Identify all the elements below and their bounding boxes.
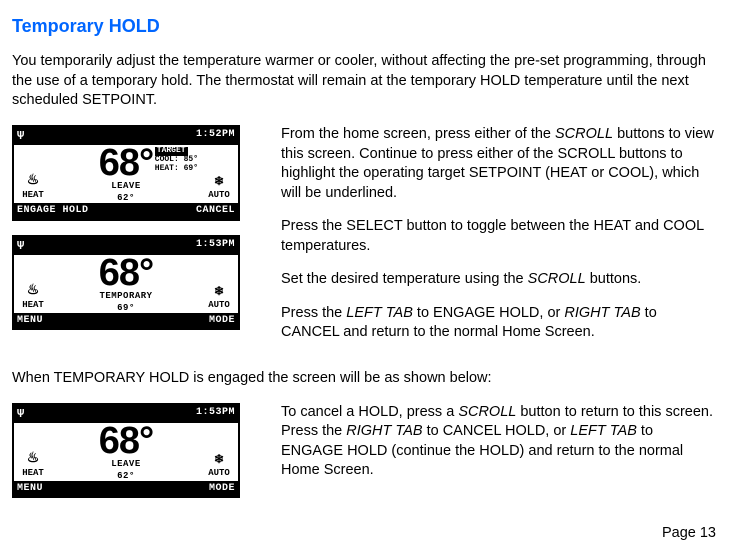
snowflake-icon: ❄ xyxy=(214,454,224,466)
left-tab: MENU xyxy=(17,482,43,496)
antenna-icon: Ψ xyxy=(17,406,25,422)
instruction-2: Press the SELECT button to toggle betwee… xyxy=(281,217,716,256)
flame-icon: ♨ xyxy=(27,174,40,188)
auto-label: AUTO xyxy=(208,189,230,201)
page-number: Page 13 xyxy=(12,524,716,544)
auto-label: AUTO xyxy=(208,467,230,479)
antenna-icon: Ψ xyxy=(17,128,25,144)
period-label: TEMPORARY xyxy=(99,290,152,302)
current-temp: 68° xyxy=(99,424,153,458)
period-value: 62° xyxy=(117,192,135,204)
right-tab: CANCEL xyxy=(196,204,235,218)
snowflake-icon: ❄ xyxy=(214,176,224,188)
heat-label: HEAT xyxy=(22,299,44,311)
heat-label: HEAT xyxy=(22,467,44,479)
antenna-icon: Ψ xyxy=(17,238,25,254)
right-tab: MODE xyxy=(209,314,235,328)
transition-text: When TEMPORARY HOLD is engaged the scree… xyxy=(12,369,716,389)
clock: 1:52PM xyxy=(196,128,235,144)
period-label: LEAVE xyxy=(111,458,141,470)
target-cool: COOL: 85° xyxy=(155,155,198,164)
intro-paragraph: You temporarily adjust the temperature w… xyxy=(12,52,716,111)
instruction-4: Press the LEFT TAB to ENGAGE HOLD, or RI… xyxy=(281,304,716,343)
current-temp: 68° xyxy=(99,256,153,290)
thermostat-screen-2: Ψ 1:53PM ♨ HEAT 68° TEMPORARY 69° ❄ AUTO xyxy=(12,235,240,331)
auto-label: AUTO xyxy=(208,299,230,311)
right-tab: MODE xyxy=(209,482,235,496)
period-value: 69° xyxy=(117,302,135,314)
thermostat-screen-3: Ψ 1:53PM ♨ HEAT 68° LEAVE 62° ❄ AUTO xyxy=(12,403,240,499)
flame-icon: ♨ xyxy=(27,284,40,298)
instruction-6: Press the RIGHT TAB to CANCEL HOLD, or L… xyxy=(281,422,716,481)
instruction-3: Set the desired temperature using the SC… xyxy=(281,270,716,290)
clock: 1:53PM xyxy=(196,238,235,254)
current-temp: 68° xyxy=(99,146,153,180)
section-title: Temporary HOLD xyxy=(12,14,716,38)
thermostat-screen-1: Ψ 1:52PM ♨ HEAT 68° LEAVE 62° ❄ AUTO xyxy=(12,125,240,221)
left-tab: MENU xyxy=(17,314,43,328)
period-label: LEAVE xyxy=(111,180,141,192)
instruction-1: From the home screen, press either of th… xyxy=(281,125,716,203)
period-value: 62° xyxy=(117,470,135,482)
target-heat: HEAT: 69° xyxy=(155,164,198,173)
flame-icon: ♨ xyxy=(27,452,40,466)
heat-label: HEAT xyxy=(22,189,44,201)
snowflake-icon: ❄ xyxy=(214,286,224,298)
left-tab: ENGAGE HOLD xyxy=(17,204,89,218)
target-box: TARGET COOL: 85° HEAT: 69° xyxy=(155,147,198,173)
clock: 1:53PM xyxy=(196,406,235,422)
instruction-5: To cancel a HOLD, press a SCROLL button … xyxy=(281,403,716,423)
